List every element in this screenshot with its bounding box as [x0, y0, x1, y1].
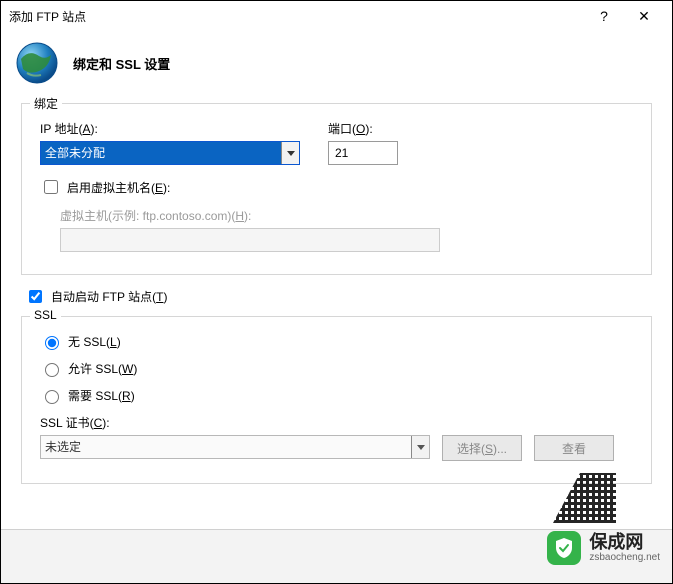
chevron-down-icon[interactable] [411, 436, 429, 458]
require-ssl-radio[interactable] [45, 390, 59, 404]
shield-icon [547, 531, 581, 565]
no-ssl-label: 无 SSL(L) [68, 333, 121, 350]
ip-address-label: IP 地址(A): [40, 120, 300, 137]
qr-fragment [526, 473, 616, 523]
enable-vhost-label: 启用虚拟主机名(E): [67, 179, 170, 196]
binding-group: 绑定 IP 地址(A): 全部未分配 端口(O): [21, 103, 652, 275]
watermark-url: zsbaocheng.net [589, 552, 660, 563]
allow-ssl-label: 允许 SSL(W) [68, 360, 137, 377]
ssl-cert-label: SSL 证书(C): [40, 416, 110, 430]
watermark-brand: 保成网 [589, 533, 660, 553]
port-input[interactable] [328, 141, 398, 165]
ssl-cert-dropdown[interactable]: 未选定 [40, 435, 430, 459]
watermark: 保成网 zsbaocheng.net [547, 531, 660, 565]
allow-ssl-radio[interactable] [45, 363, 59, 377]
binding-legend: 绑定 [30, 95, 62, 112]
select-cert-button: 选择(S)... [442, 435, 522, 461]
ip-address-dropdown[interactable]: 全部未分配 [40, 141, 300, 165]
autostart-checkbox[interactable] [29, 290, 42, 303]
content-area: 绑定 IP 地址(A): 全部未分配 端口(O): [1, 103, 672, 506]
vhost-input [60, 228, 440, 252]
vhost-label: 虚拟主机(示例: ftp.contoso.com)(H): [60, 207, 440, 224]
title-bar: 添加 FTP 站点 ? ✕ [1, 1, 672, 31]
ssl-group: SSL 无 SSL(L) 允许 SSL(W) 需要 SSL(R) SSL 证书(… [21, 316, 652, 484]
no-ssl-radio[interactable] [45, 336, 59, 350]
ssl-legend: SSL [30, 308, 61, 322]
chevron-down-icon[interactable] [281, 142, 299, 164]
window-title: 添加 FTP 站点 [9, 8, 584, 25]
require-ssl-label: 需要 SSL(R) [68, 387, 135, 404]
help-button[interactable]: ? [584, 2, 624, 30]
port-label: 端口(O): [328, 120, 398, 137]
close-button[interactable]: ✕ [624, 2, 664, 30]
enable-vhost-checkbox[interactable] [44, 180, 58, 194]
wizard-header: 绑定和 SSL 设置 [1, 31, 672, 103]
view-cert-button: 查看 [534, 435, 614, 461]
globe-icon [15, 41, 59, 85]
wizard-title: 绑定和 SSL 设置 [73, 54, 170, 73]
autostart-label: 自动启动 FTP 站点(T) [51, 288, 167, 305]
